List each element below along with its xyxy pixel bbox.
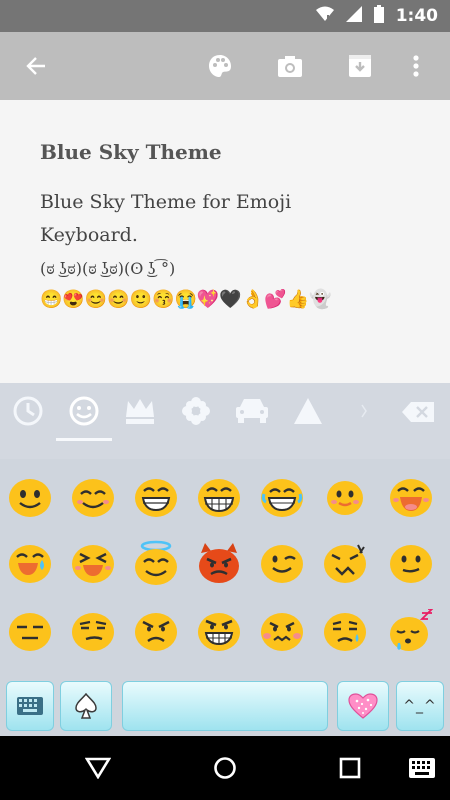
recents-nav-icon[interactable]	[330, 748, 370, 788]
clock: 1:40	[395, 6, 438, 26]
toolbar	[0, 32, 450, 100]
description-line-1: Blue Sky Theme for Emoji	[40, 191, 292, 213]
emoji-key[interactable]	[194, 606, 244, 656]
palette-icon[interactable]	[196, 32, 244, 100]
spade-icon	[75, 693, 97, 719]
more-vert-icon[interactable]	[392, 32, 440, 100]
emoji-grid	[0, 459, 450, 671]
emoji-key[interactable]	[257, 472, 307, 522]
emoji-key[interactable]	[257, 606, 307, 656]
page-title: Blue Sky Theme	[40, 140, 222, 164]
emoji-key[interactable]	[386, 472, 436, 522]
keyboard-icon	[17, 697, 43, 715]
kaomoji-key[interactable]: ^_^	[396, 681, 444, 731]
heart-icon	[348, 693, 378, 719]
emoji-key[interactable]	[68, 538, 118, 588]
emoji-key[interactable]	[320, 538, 370, 588]
emoji-key[interactable]	[68, 472, 118, 522]
backspace-key[interactable]	[398, 395, 438, 429]
emoji-preview-strip: 😁😍😊😊🙂😚😭💖🖤👌💕👍👻	[40, 289, 332, 309]
back-nav-icon[interactable]	[78, 748, 118, 788]
crown-icon[interactable]	[112, 383, 168, 439]
emoji-key[interactable]	[131, 606, 181, 656]
arrow-left-icon[interactable]	[12, 32, 60, 100]
recent-clock-icon[interactable]	[0, 383, 56, 439]
emoji-key[interactable]	[194, 538, 244, 588]
battery-icon	[373, 4, 384, 28]
theme-detail: Blue Sky Theme Blue Sky Theme for Emoji …	[0, 100, 450, 383]
download-icon[interactable]	[336, 32, 384, 100]
keyboard-switch-key[interactable]	[6, 681, 54, 731]
home-nav-icon[interactable]	[205, 748, 245, 788]
car-icon[interactable]	[224, 383, 280, 439]
emoji-key[interactable]	[131, 472, 181, 522]
emoji-key[interactable]	[320, 606, 370, 656]
signal-icon	[345, 5, 362, 27]
triangle-icon[interactable]	[280, 383, 336, 439]
status-bar: 1:40	[0, 0, 450, 32]
emoji-key[interactable]	[320, 472, 370, 522]
camera-icon[interactable]	[266, 32, 314, 100]
emoji-key[interactable]	[131, 538, 181, 588]
theme-description: Blue Sky Theme for Emoji Keyboard. (ಠ ͜ʖ…	[40, 186, 410, 285]
category-tabs	[0, 383, 450, 441]
emoji-key[interactable]	[5, 606, 55, 656]
symbols-key[interactable]	[60, 681, 112, 731]
keyboard-bottom-row: ^_^	[0, 671, 450, 736]
keyboard-nav-icon[interactable]	[402, 748, 442, 788]
navigation-bar	[0, 736, 450, 800]
space-key[interactable]	[122, 681, 328, 731]
more-categories-indicator	[336, 383, 392, 439]
emoji-key[interactable]	[5, 472, 55, 522]
kaomoji-line: (ಠ ͜ʖಠ)(ಠ ͜ʖಠ)(ʘ ͜ʖ ͡°)	[40, 259, 176, 278]
emoji-toggle-key[interactable]	[337, 681, 389, 731]
wifi-icon	[315, 6, 334, 27]
emoji-key[interactable]	[257, 538, 307, 588]
emoji-key[interactable]	[386, 606, 436, 656]
kaomoji-key-label: ^_^	[403, 698, 437, 714]
emoji-key[interactable]	[194, 472, 244, 522]
emoji-key[interactable]	[68, 606, 118, 656]
flower-icon[interactable]	[168, 383, 224, 439]
description-line-2: Keyboard.	[40, 224, 138, 246]
smiley-icon[interactable]	[56, 383, 112, 441]
emoji-key[interactable]	[5, 538, 55, 588]
emoji-key[interactable]	[386, 538, 436, 588]
